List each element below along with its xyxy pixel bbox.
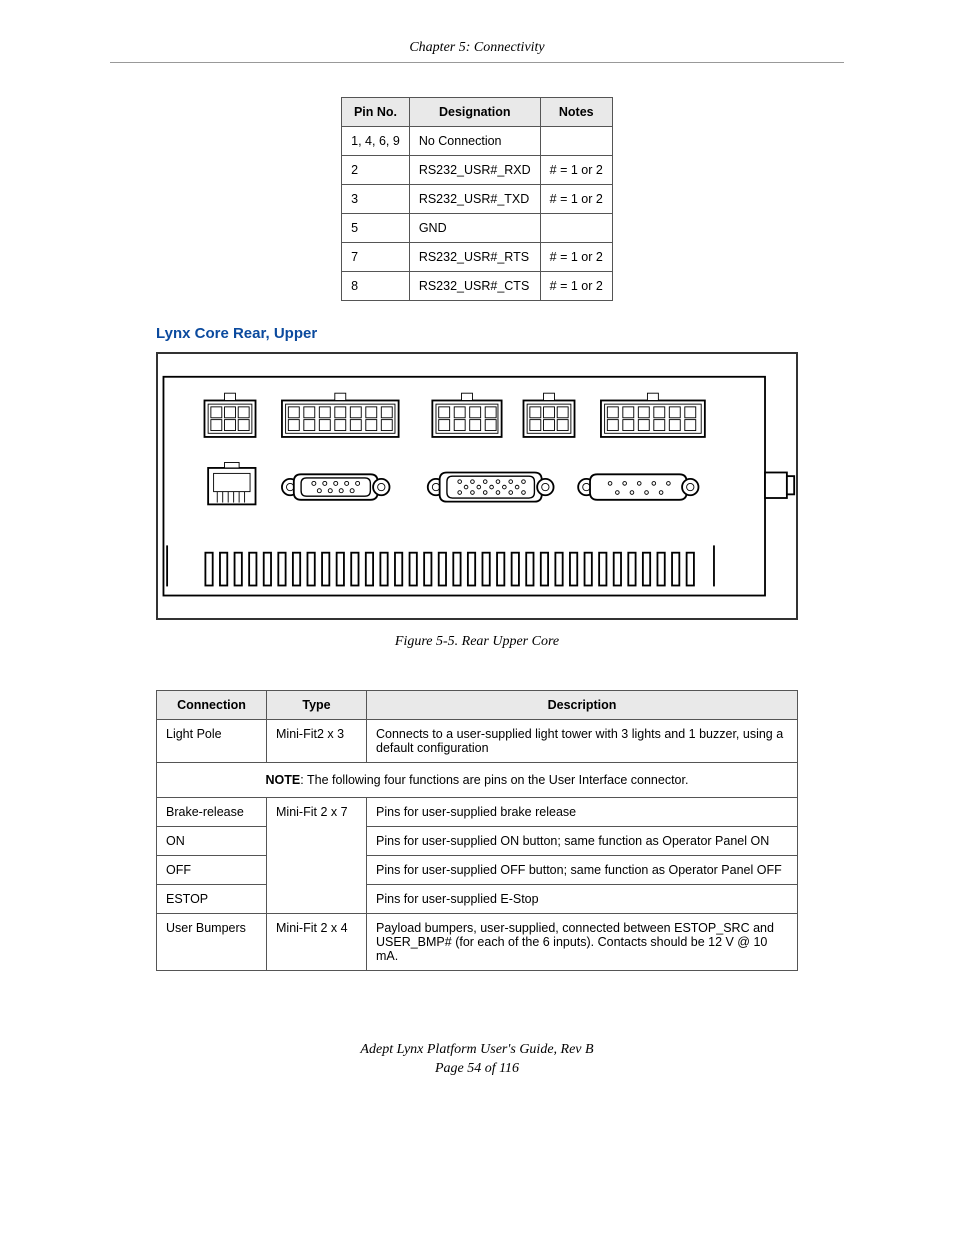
pin-cell: 5 — [342, 214, 410, 243]
designation-cell: No Connection — [409, 127, 540, 156]
type-cell: Mini-Fit 2 x 7 — [267, 798, 367, 914]
table-row: User Bumpers Mini-Fit 2 x 4 Payload bump… — [157, 914, 798, 971]
table-row: Brake-release Mini-Fit 2 x 7 Pins for us… — [157, 798, 798, 827]
table-header-row: Pin No. Designation Notes — [342, 98, 613, 127]
col-pin: Pin No. — [342, 98, 410, 127]
figure-caption: Figure 5-5. Rear Upper Core — [110, 634, 844, 650]
page-footer: Adept Lynx Platform User's Guide, Rev B … — [110, 1041, 844, 1079]
notes-cell: # = 1 or 2 — [540, 243, 612, 272]
col-connection: Connection — [157, 691, 267, 720]
notes-cell: # = 1 or 2 — [540, 156, 612, 185]
description-cell: Connects to a user-supplied light tower … — [367, 720, 798, 763]
footer-title: Adept Lynx Platform User's Guide, Rev B — [110, 1041, 844, 1060]
pin-cell: 2 — [342, 156, 410, 185]
connection-cell: ON — [157, 827, 267, 856]
pin-table: Pin No. Designation Notes 1, 4, 6, 9 No … — [341, 97, 613, 301]
description-cell: Pins for user-supplied OFF button; same … — [367, 856, 798, 885]
table-row: 7 RS232_USR#_RTS # = 1 or 2 — [342, 243, 613, 272]
table-row: 8 RS232_USR#_CTS # = 1 or 2 — [342, 272, 613, 301]
col-notes: Notes — [540, 98, 612, 127]
type-cell: Mini-Fit 2 x 4 — [267, 914, 367, 971]
notes-cell: # = 1 or 2 — [540, 272, 612, 301]
note-text: : The following four functions are pins … — [300, 773, 688, 787]
notes-cell: # = 1 or 2 — [540, 185, 612, 214]
designation-cell: RS232_USR#_TXD — [409, 185, 540, 214]
footer-page: Page 54 of 116 — [110, 1060, 844, 1079]
table-row: ESTOP Pins for user-supplied E-Stop — [157, 885, 798, 914]
col-description: Description — [367, 691, 798, 720]
connection-table: Connection Type Description Light Pole M… — [156, 690, 798, 971]
table-row: Light Pole Mini-Fit2 x 3 Connects to a u… — [157, 720, 798, 763]
col-designation: Designation — [409, 98, 540, 127]
designation-cell: RS232_USR#_CTS — [409, 272, 540, 301]
table-row: ON Pins for user-supplied ON button; sam… — [157, 827, 798, 856]
designation-cell: GND — [409, 214, 540, 243]
description-cell: Payload bumpers, user-supplied, connecte… — [367, 914, 798, 971]
notes-cell — [540, 214, 612, 243]
table-row: 3 RS232_USR#_TXD # = 1 or 2 — [342, 185, 613, 214]
table-row: OFF Pins for user-supplied OFF button; s… — [157, 856, 798, 885]
note-label: NOTE — [266, 773, 301, 787]
note-cell: NOTE: The following four functions are p… — [157, 763, 798, 798]
pin-cell: 7 — [342, 243, 410, 272]
table-row: 2 RS232_USR#_RXD # = 1 or 2 — [342, 156, 613, 185]
designation-cell: RS232_USR#_RTS — [409, 243, 540, 272]
pin-cell: 1, 4, 6, 9 — [342, 127, 410, 156]
pin-cell: 3 — [342, 185, 410, 214]
description-cell: Pins for user-supplied brake release — [367, 798, 798, 827]
rear-core-diagram — [156, 352, 798, 620]
table-header-row: Connection Type Description — [157, 691, 798, 720]
connection-cell: User Bumpers — [157, 914, 267, 971]
description-cell: Pins for user-supplied E-Stop — [367, 885, 798, 914]
table-row: 1, 4, 6, 9 No Connection — [342, 127, 613, 156]
connection-cell: Light Pole — [157, 720, 267, 763]
connection-cell: OFF — [157, 856, 267, 885]
connection-cell: ESTOP — [157, 885, 267, 914]
type-cell: Mini-Fit2 x 3 — [267, 720, 367, 763]
connection-cell: Brake-release — [157, 798, 267, 827]
col-type: Type — [267, 691, 367, 720]
pin-cell: 8 — [342, 272, 410, 301]
note-row: NOTE: The following four functions are p… — [157, 763, 798, 798]
designation-cell: RS232_USR#_RXD — [409, 156, 540, 185]
table-row: 5 GND — [342, 214, 613, 243]
chapter-header: Chapter 5: Connectivity — [110, 40, 844, 63]
description-cell: Pins for user-supplied ON button; same f… — [367, 827, 798, 856]
section-heading: Lynx Core Rear, Upper — [156, 325, 844, 342]
notes-cell — [540, 127, 612, 156]
